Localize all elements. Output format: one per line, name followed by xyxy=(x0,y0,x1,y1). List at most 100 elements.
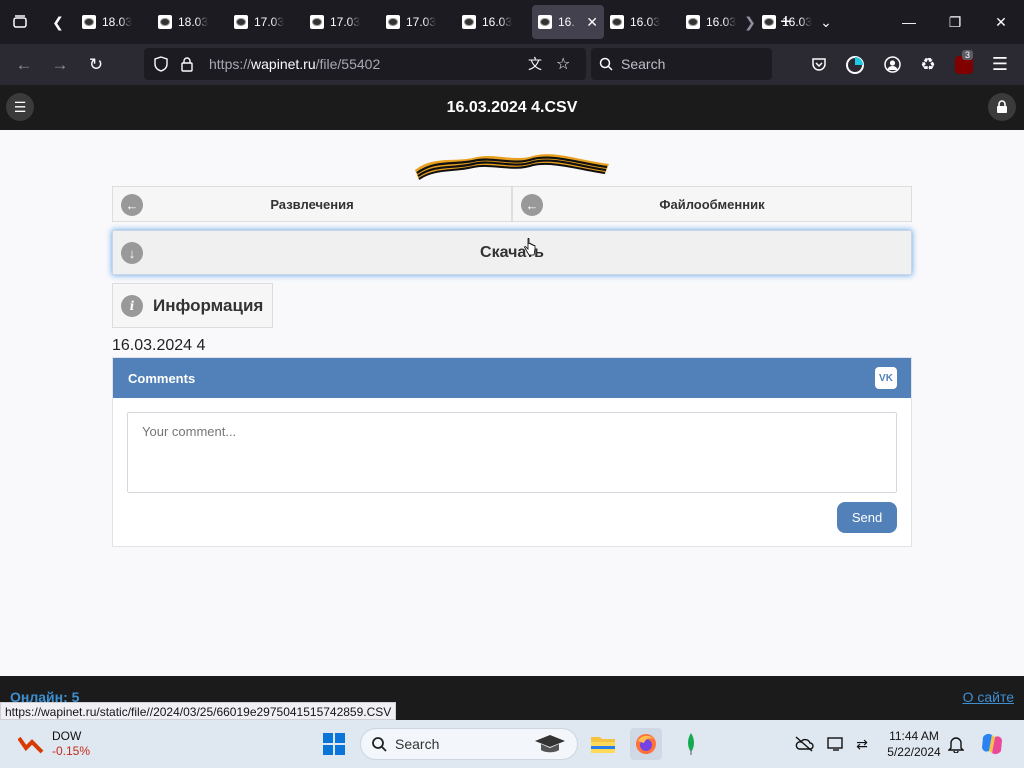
send-button[interactable]: Send xyxy=(837,502,897,533)
vk-logo-icon[interactable]: VK xyxy=(875,367,897,389)
hand-cursor-icon xyxy=(524,238,536,256)
browser-tab-label: 18.03. xyxy=(102,15,132,29)
url-path: /file/55402 xyxy=(315,56,381,72)
clock[interactable]: 11:44 AM 5/22/2024 xyxy=(882,728,946,760)
minimize-icon[interactable]: — xyxy=(886,0,932,44)
url-bar[interactable]: https://wapinet.ru/file/55402 文 ☆ xyxy=(144,48,586,80)
eye-favicon-icon xyxy=(538,15,552,29)
arrow-down-icon: ↓ xyxy=(121,242,143,264)
status-url-overlay: https://wapinet.ru/static/file//2024/03/… xyxy=(0,702,397,720)
eye-favicon-icon xyxy=(462,15,476,29)
clock-time: 11:44 AM xyxy=(889,729,939,743)
start-button[interactable] xyxy=(322,732,346,756)
tab-scroll-right-icon[interactable]: ❯ xyxy=(732,0,768,44)
notification-bell-icon[interactable] xyxy=(946,734,966,754)
eye-favicon-icon xyxy=(234,15,248,29)
stock-chart-icon xyxy=(18,736,44,754)
browser-tab[interactable]: 18.03. xyxy=(152,5,228,39)
browser-tab-label: 16.03. xyxy=(630,15,660,29)
about-link[interactable]: О сайте xyxy=(963,689,1014,705)
search-icon xyxy=(372,737,387,752)
copilot-icon[interactable] xyxy=(978,730,1006,758)
lock-icon[interactable] xyxy=(179,56,195,72)
browser-tab-label: 17.03. xyxy=(254,15,284,29)
browser-tab[interactable]: 16.03. xyxy=(456,5,532,39)
url-host: wapinet.ru xyxy=(251,56,316,72)
extension-badge: 3 xyxy=(962,50,974,60)
tab-scroll-left-icon[interactable]: ❮ xyxy=(40,0,76,44)
translate-icon[interactable]: 文 xyxy=(528,54,542,74)
eye-favicon-icon xyxy=(610,15,624,29)
browser-tab-label: 16. xyxy=(558,15,575,29)
browser-tab[interactable]: 17.03. xyxy=(228,5,304,39)
taskbar-search-label: Search xyxy=(395,736,440,752)
search-icon xyxy=(599,57,613,71)
section-nav: ← Развлечения ← Файлообменник xyxy=(112,186,912,222)
browser-tab-bar: ❮ 18.03. 18.03. 17.03. 17.03. 17.03. 16.03. 16… xyxy=(0,0,1024,44)
reload-icon[interactable]: ↻ xyxy=(78,47,114,83)
browser-tab-label: 16.03. xyxy=(482,15,512,29)
ublock-icon[interactable]: 3 xyxy=(946,44,982,85)
account-icon[interactable] xyxy=(874,44,910,85)
download-button[interactable]: ↓ Скачать xyxy=(112,230,912,275)
file-explorer-icon[interactable] xyxy=(590,732,616,756)
clock-date: 5/22/2024 xyxy=(887,745,941,759)
search-bar[interactable]: Search xyxy=(591,48,772,80)
page-title: 16.03.2024 4.CSV xyxy=(446,98,578,116)
eye-favicon-icon xyxy=(386,15,400,29)
bookmark-star-icon[interactable]: ☆ xyxy=(556,54,570,74)
taskbar-search[interactable]: Search xyxy=(360,728,578,760)
browser-tab[interactable]: 17.03. xyxy=(380,5,456,39)
close-tab-icon[interactable]: ✕ xyxy=(586,14,598,31)
back-icon[interactable]: ← xyxy=(6,47,42,83)
arrow-left-icon: ← xyxy=(121,194,143,216)
tab-overview-icon[interactable] xyxy=(0,0,40,44)
close-window-icon[interactable]: ✕ xyxy=(978,0,1024,44)
st-george-ribbon-logo xyxy=(415,154,609,180)
url-scheme: https:// xyxy=(209,56,252,72)
comments-title: Comments xyxy=(128,370,196,386)
arrow-left-icon: ← xyxy=(521,194,543,216)
list-all-tabs-icon[interactable]: ⌄ xyxy=(806,0,846,44)
browser-tab[interactable]: 18.03. xyxy=(76,5,152,39)
browser-tab[interactable]: 16. ✕ xyxy=(532,5,604,39)
eye-favicon-icon xyxy=(310,15,324,29)
nav-file-exchange-button[interactable]: ← Файлообменник xyxy=(512,186,912,222)
eye-favicon-icon xyxy=(686,15,700,29)
forward-icon[interactable]: → xyxy=(42,47,78,83)
site-menu-icon[interactable]: ☰ xyxy=(6,93,34,121)
windows-taskbar: DOW -0.15% Search ⇄ 11:44 AM 5/22/2024 xyxy=(0,720,1024,768)
comment-input[interactable] xyxy=(127,412,897,493)
graduation-cap-icon xyxy=(535,735,565,753)
nav-entertainment-button[interactable]: ← Развлечения xyxy=(112,186,512,222)
file-description: 16.03.2024 4 xyxy=(112,337,206,354)
browser-tab[interactable]: 16.03. xyxy=(604,5,680,39)
site-header: ☰ 16.03.2024 4.CSV xyxy=(0,85,1024,130)
browser-tab[interactable]: 17.03. xyxy=(304,5,380,39)
info-label: Информация xyxy=(153,295,264,315)
browser-tab-label: 17.03. xyxy=(330,15,360,29)
comments-header: Comments VK xyxy=(113,358,911,398)
eye-favicon-icon xyxy=(158,15,172,29)
display-icon[interactable] xyxy=(826,734,846,754)
mongodb-icon[interactable] xyxy=(682,732,700,756)
eye-favicon-icon xyxy=(82,15,96,29)
site-lock-icon[interactable] xyxy=(988,93,1016,121)
search-placeholder: Search xyxy=(621,56,666,72)
pocket-icon[interactable] xyxy=(801,44,837,85)
extension-color-icon[interactable] xyxy=(837,44,873,85)
new-tab-icon[interactable]: + xyxy=(766,0,806,44)
network-icon[interactable]: ⇄ xyxy=(852,734,872,754)
firefox-icon[interactable] xyxy=(630,728,662,760)
app-menu-icon[interactable]: ☰ xyxy=(982,44,1018,85)
windows-logo-icon xyxy=(323,733,345,755)
extensions-puzzle-icon[interactable]: ♻ xyxy=(910,44,946,85)
stock-widget[interactable]: DOW -0.15% xyxy=(18,728,90,760)
tracking-protection-icon[interactable] xyxy=(151,56,171,72)
stock-change: -0.15% xyxy=(52,744,91,758)
onedrive-offline-icon[interactable] xyxy=(794,734,814,754)
info-button[interactable]: i Информация xyxy=(112,283,273,328)
restore-icon[interactable]: ❐ xyxy=(932,0,978,44)
nav-entertainment-label: Развлечения xyxy=(270,196,354,212)
url-text: https://wapinet.ru/file/55402 xyxy=(209,56,380,72)
